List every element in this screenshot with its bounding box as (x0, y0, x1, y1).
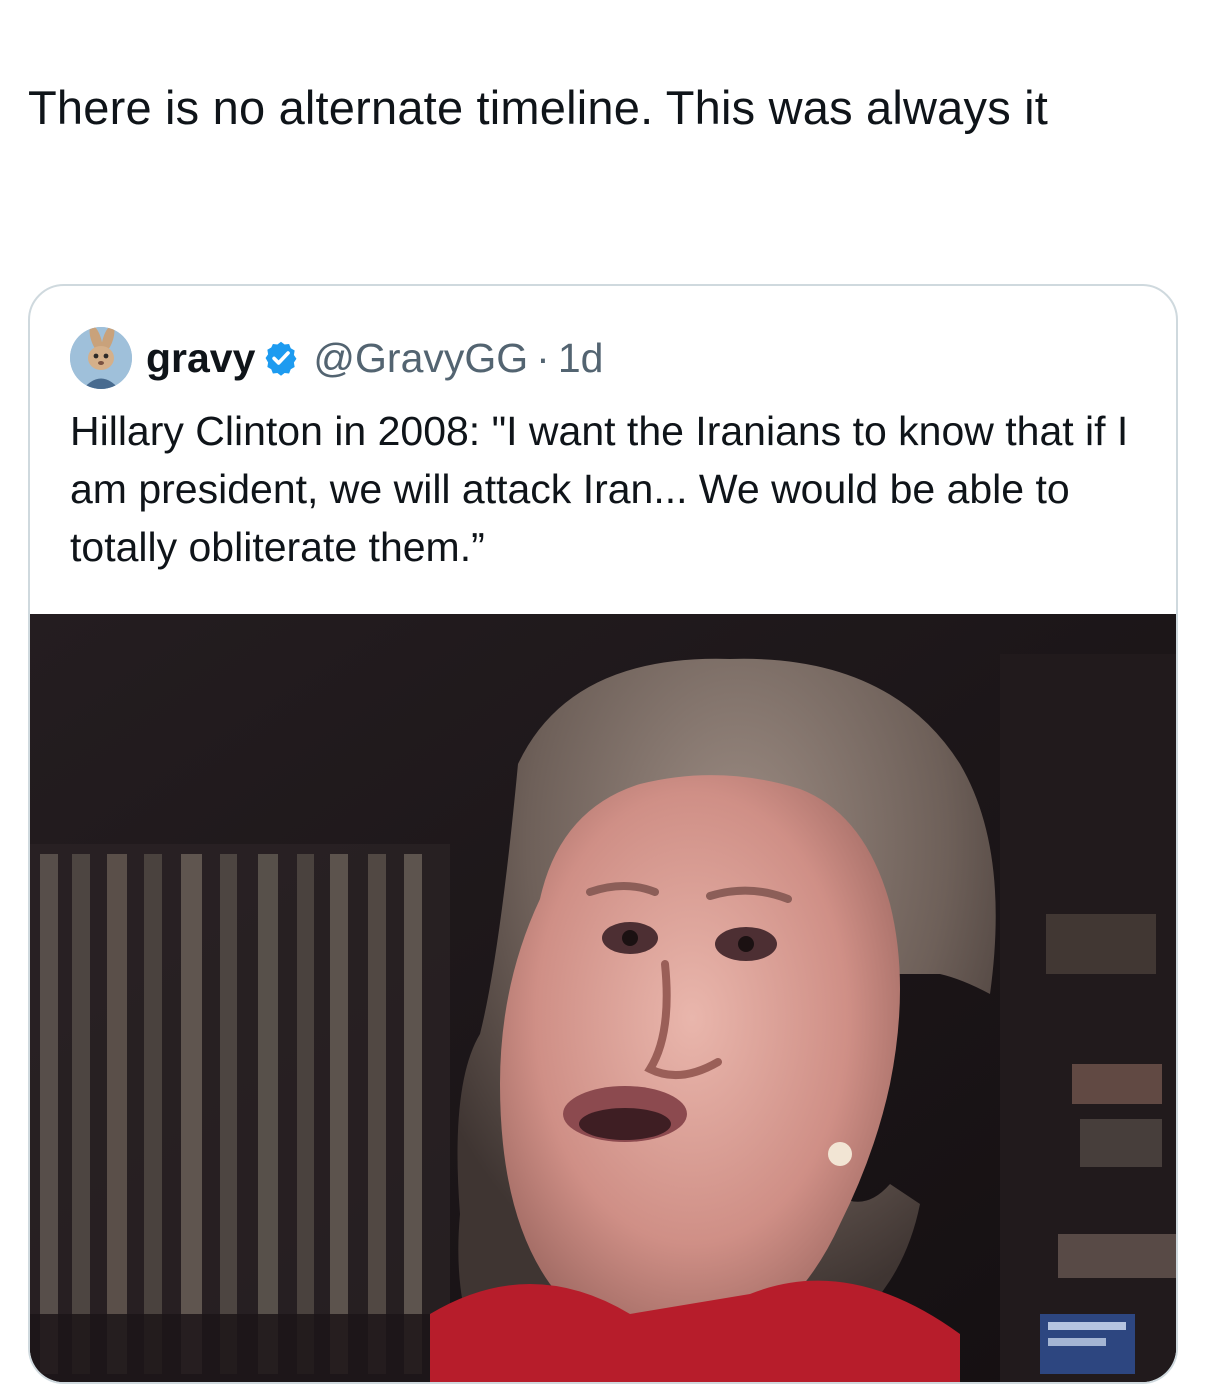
display-name[interactable]: gravy (146, 335, 255, 382)
quoted-post-header: gravy @GravyGG · 1d (70, 326, 603, 390)
avatar[interactable] (70, 327, 132, 389)
timestamp[interactable]: 1d (558, 335, 604, 382)
avatar-rabbit-icon (70, 327, 132, 389)
post-text: There is no alternate timeline. This was… (28, 81, 1049, 134)
handle[interactable]: @GravyGG (313, 335, 528, 382)
video-thumbnail[interactable] (30, 614, 1176, 1382)
quoted-post-card[interactable]: gravy @GravyGG · 1d Hillary Clinton in 2… (28, 284, 1178, 1384)
verified-badge-icon (265, 341, 297, 376)
separator: · (536, 334, 550, 381)
quoted-post-text: Hillary Clinton in 2008: "I want the Ira… (70, 408, 1129, 570)
video-frame-image (30, 614, 1176, 1382)
